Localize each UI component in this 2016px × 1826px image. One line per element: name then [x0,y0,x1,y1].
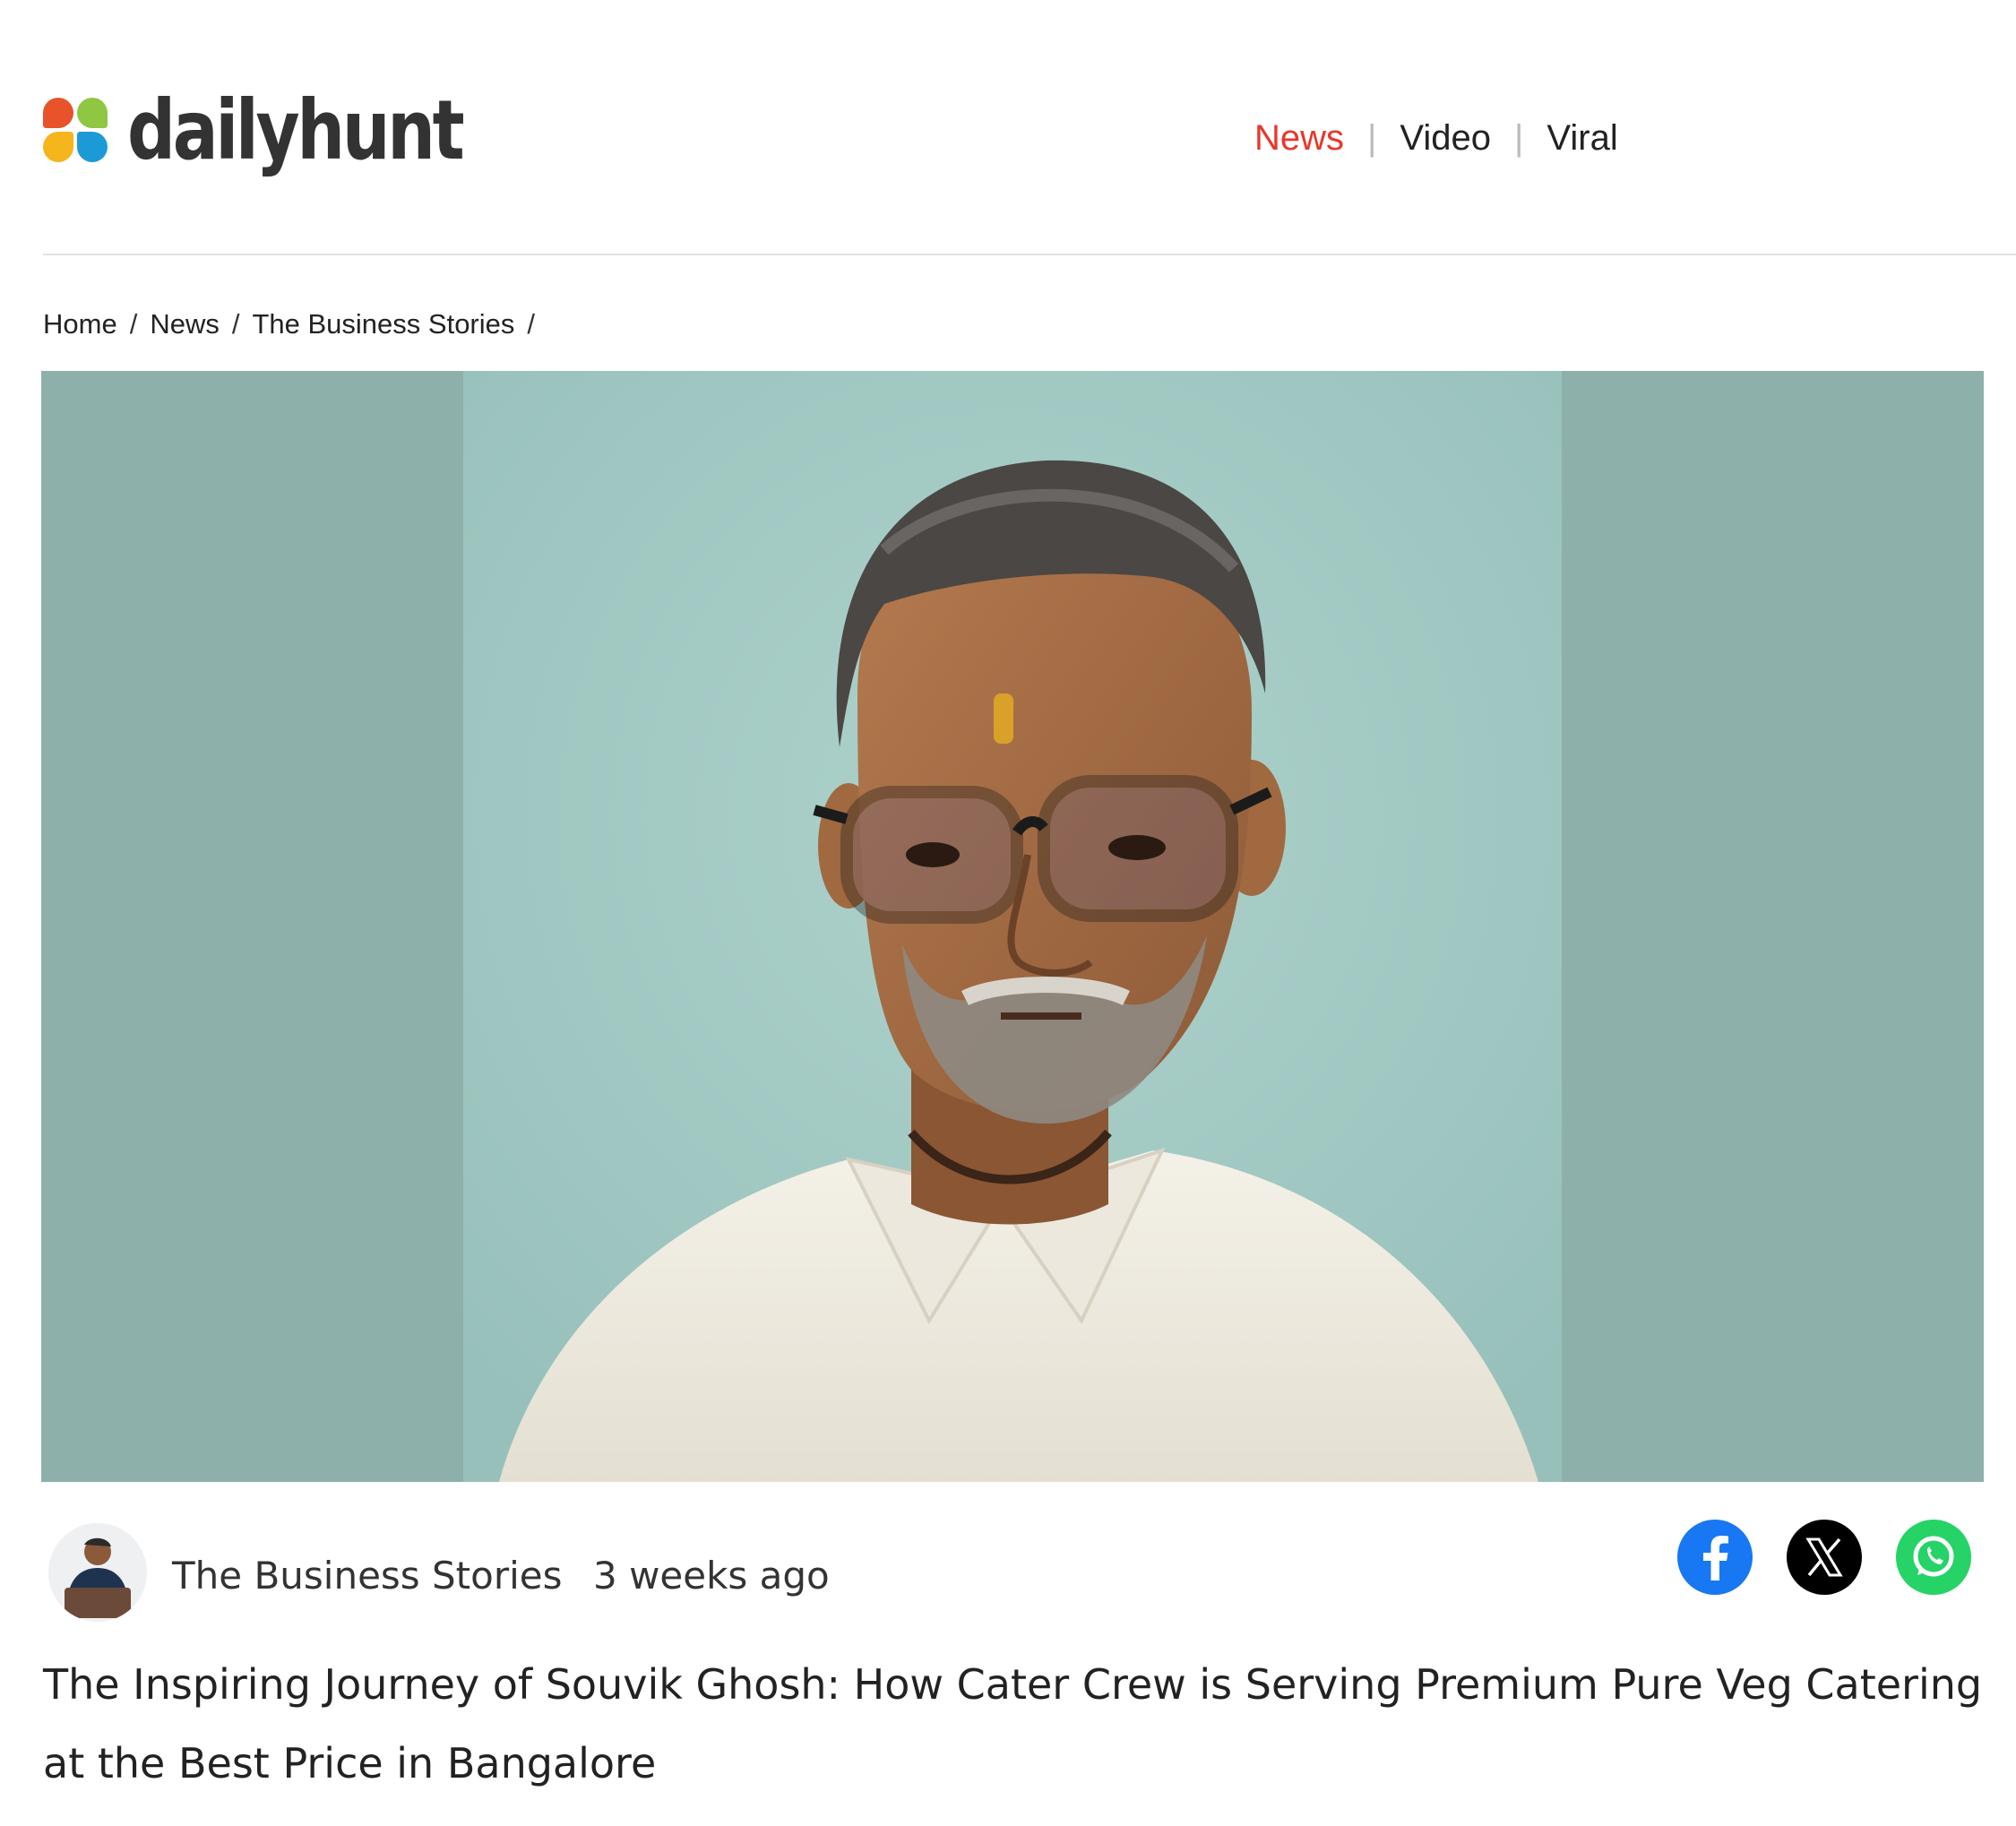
article-byline: The Business Stories 3 weeks ago [43,1518,1978,1625]
main-nav: News | Video | Viral [1254,118,1618,159]
breadcrumb-news[interactable]: News [150,308,220,340]
nav-item-viral[interactable]: Viral [1546,118,1617,159]
logo-text: dailyhunt [127,82,465,178]
logo-mark-icon [43,98,109,164]
dailyhunt-logo[interactable]: dailyhunt [43,90,535,172]
article-title[interactable]: The Inspiring Journey of Souvik Ghosh: H… [43,1645,1987,1803]
breadcrumb: Home / News / The Business Stories / [43,308,547,340]
breadcrumb-separator: / [129,308,138,340]
avatar-icon [48,1523,147,1622]
site-header: dailyhunt News | Video | Viral [0,0,2016,254]
share-buttons [1677,1520,1971,1595]
article-hero-image [41,371,1984,1482]
x-share-button[interactable] [1787,1520,1862,1595]
whatsapp-share-button[interactable] [1896,1520,1971,1595]
header-divider [43,254,2016,255]
facebook-share-button[interactable] [1677,1520,1753,1595]
breadcrumb-separator: / [231,308,240,340]
article-source[interactable]: The Business Stories [172,1554,563,1598]
breadcrumb-the-business-stories[interactable]: The Business Stories [252,308,514,340]
x-icon [1805,1537,1843,1577]
facebook-icon [1703,1536,1728,1581]
nav-item-video[interactable]: Video [1400,118,1491,159]
whatsapp-icon [1913,1536,1954,1577]
portrait-photo [463,371,1562,1482]
portrait-illustration [463,371,1562,1482]
breadcrumb-home[interactable]: Home [43,308,117,340]
nav-separator: | [1514,118,1524,158]
article-time: 3 weeks ago [593,1554,830,1598]
nav-separator: | [1367,118,1377,158]
nav-item-news[interactable]: News [1254,118,1344,159]
author-avatar[interactable] [48,1523,147,1622]
breadcrumb-separator: / [527,308,536,340]
